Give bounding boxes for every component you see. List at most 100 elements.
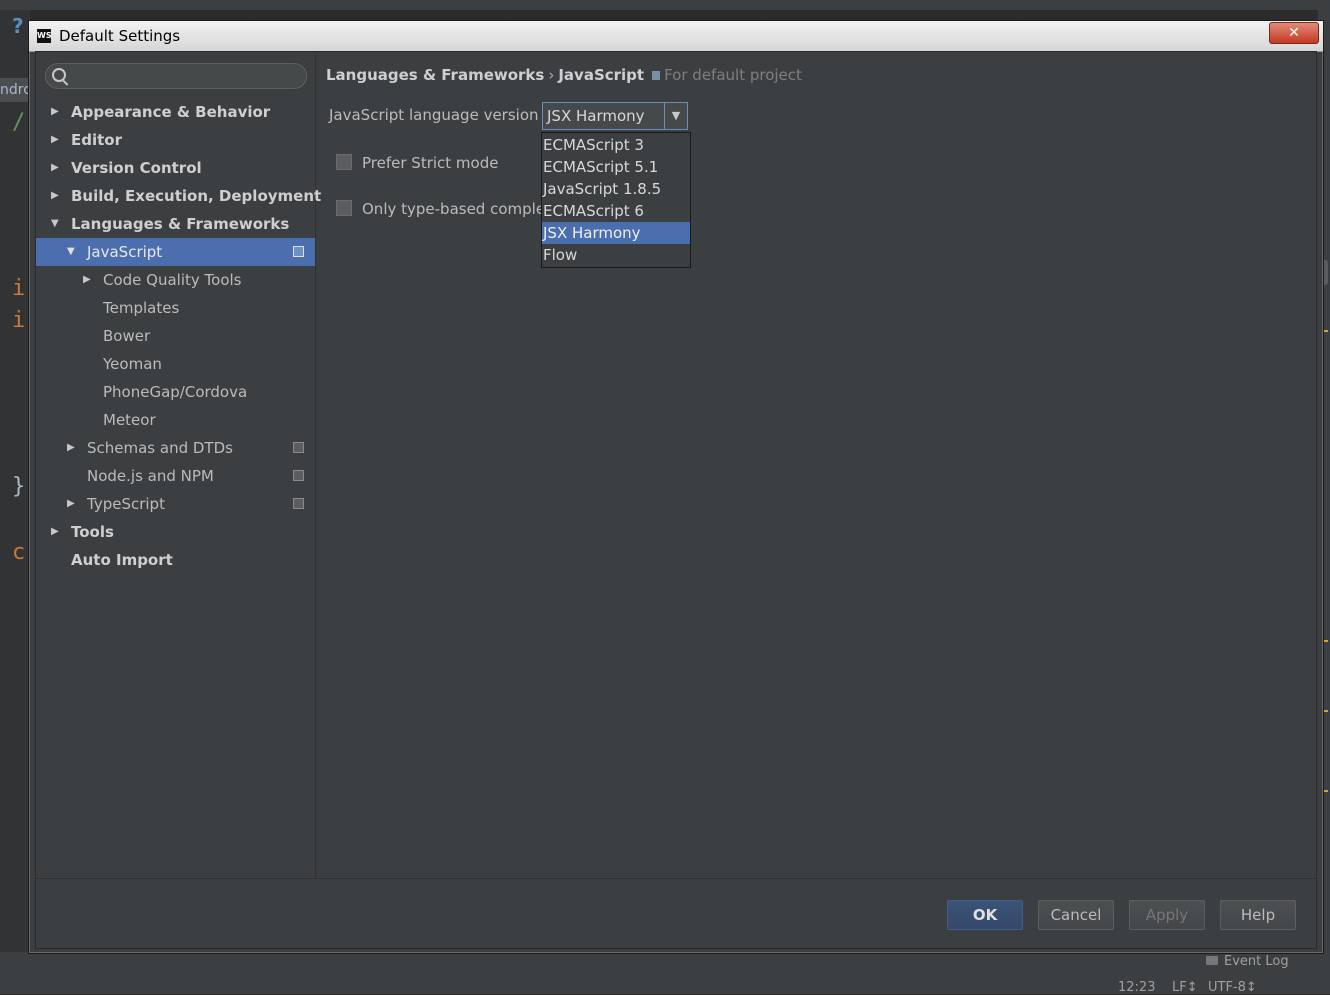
dropdown-arrow-icon[interactable]: ▼: [664, 103, 687, 129]
status-bar: Event Log 12:23 LF↕ UTF-8↕: [0, 952, 1330, 995]
expand-arrow-icon[interactable]: ▶: [51, 518, 63, 546]
tree-item-label: Auto Import: [71, 551, 173, 569]
ide-gutter: [0, 10, 30, 994]
tree-item-label: Schemas and DTDs: [87, 439, 233, 457]
tree-item-typescript[interactable]: ▶ TypeScript: [36, 490, 315, 518]
strict-mode-label: Prefer Strict mode: [362, 154, 499, 172]
strict-mode-option[interactable]: Prefer Strict mode: [336, 154, 498, 172]
tree-item-phonegap[interactable]: PhoneGap/Cordova: [36, 378, 315, 406]
collapse-arrow-icon[interactable]: ▼: [67, 238, 79, 266]
project-scope-icon: [293, 246, 304, 257]
expand-arrow-icon[interactable]: ▶: [83, 266, 95, 294]
tree-item-editor[interactable]: ▶ Editor: [36, 126, 315, 154]
ok-button[interactable]: OK: [947, 900, 1023, 930]
expand-arrow-icon[interactable]: ▶: [67, 434, 79, 462]
tree-item-schemas[interactable]: ▶ Schemas and DTDs: [36, 434, 315, 462]
help-icon[interactable]: ?: [12, 14, 24, 38]
tree-item-label: JavaScript: [87, 243, 163, 261]
expand-arrow-icon[interactable]: ▶: [67, 490, 79, 518]
option-ecmascript-6[interactable]: ECMAScript 6: [542, 200, 690, 222]
tree-item-bower[interactable]: Bower: [36, 322, 315, 350]
collapse-arrow-icon[interactable]: ▼: [51, 210, 63, 238]
tree-item-auto-import[interactable]: Auto Import: [36, 546, 315, 574]
code-fragment: /: [12, 110, 26, 135]
option-flow[interactable]: Flow: [542, 244, 690, 266]
help-button[interactable]: Help: [1220, 900, 1296, 930]
tree-item-label: Tools: [71, 523, 114, 541]
settings-dialog: WS Default Settings ✕ ▶ Appearance & Beh…: [28, 20, 1324, 954]
webstorm-icon: WS: [37, 29, 52, 43]
breadcrumb-parent: Languages & Frameworks: [326, 66, 545, 84]
type-based-completion-label: Only type-based comple: [362, 200, 546, 218]
dialog-body: ▶ Appearance & Behavior ▶ Editor ▶ Versi…: [35, 51, 1317, 949]
expand-arrow-icon[interactable]: ▶: [51, 126, 63, 154]
tree-item-label: Appearance & Behavior: [71, 103, 271, 121]
editor-tab[interactable]: ndro: [0, 78, 28, 102]
button-bar-divider: [36, 878, 1316, 879]
search-icon: [52, 68, 66, 82]
breadcrumb-current: JavaScript: [558, 66, 645, 84]
settings-content: Languages & Frameworks › JavaScript For def…: [316, 52, 1316, 878]
project-scope-icon: [652, 71, 661, 80]
tree-item-javascript[interactable]: ▼ JavaScript: [36, 238, 315, 266]
code-fragment: c: [12, 540, 26, 565]
code-fragment: }: [12, 474, 26, 499]
tree-item-label: PhoneGap/Cordova: [103, 383, 248, 401]
language-version-dropdown: ECMAScript 3 ECMAScript 5.1 JavaScript 1…: [541, 132, 691, 268]
event-log-link[interactable]: Event Log: [1206, 954, 1289, 969]
file-encoding[interactable]: UTF-8↕: [1208, 980, 1257, 995]
tree-item-yeoman[interactable]: Yeoman: [36, 350, 315, 378]
cancel-button[interactable]: Cancel: [1038, 900, 1114, 930]
tree-item-label: Editor: [71, 131, 122, 149]
caret-position[interactable]: 12:23: [1118, 980, 1155, 995]
project-scope-icon: [293, 498, 304, 509]
option-jsx-harmony[interactable]: JSX Harmony: [542, 222, 690, 244]
code-fragment: i: [12, 276, 26, 301]
expand-arrow-icon[interactable]: ▶: [51, 98, 63, 126]
language-version-select[interactable]: JSX Harmony ▼: [542, 102, 688, 130]
type-based-completion-option[interactable]: Only type-based comple: [336, 200, 545, 218]
event-log-label: Event Log: [1224, 954, 1289, 969]
tree-item-code-quality[interactable]: ▶ Code Quality Tools: [36, 266, 315, 294]
tree-item-label: Yeoman: [103, 355, 162, 373]
search-input[interactable]: [45, 63, 307, 89]
ide-toolbar: [0, 0, 1330, 10]
tree-item-label: Version Control: [71, 159, 202, 177]
breadcrumb: Languages & Frameworks › JavaScript For def…: [326, 66, 802, 84]
close-button[interactable]: ✕: [1269, 22, 1319, 44]
tree-item-label: Build, Execution, Deployment: [71, 187, 322, 205]
dialog-title: Default Settings: [59, 27, 181, 45]
tree-item-label: Templates: [103, 299, 180, 317]
expand-arrow-icon[interactable]: ▶: [51, 154, 63, 182]
code-fragment: i: [12, 308, 26, 333]
apply-button[interactable]: Apply: [1129, 900, 1205, 930]
tree-item-label: TypeScript: [87, 495, 165, 513]
tree-item-templates[interactable]: Templates: [36, 294, 315, 322]
tree-item-appearance[interactable]: ▶ Appearance & Behavior: [36, 98, 315, 126]
balloon-icon: [1206, 956, 1218, 965]
language-version-value: JSX Harmony: [547, 107, 645, 125]
language-version-label: JavaScript language version: [329, 106, 539, 124]
strict-mode-checkbox[interactable]: [336, 154, 352, 170]
option-javascript-1-8-5[interactable]: JavaScript 1.8.5: [542, 178, 690, 200]
tree-item-meteor[interactable]: Meteor: [36, 406, 315, 434]
tree-item-label: Node.js and NPM: [87, 467, 214, 485]
tree-item-build[interactable]: ▶ Build, Execution, Deployment: [36, 182, 321, 210]
expand-arrow-icon[interactable]: ▶: [51, 182, 63, 210]
tree-item-languages[interactable]: ▼ Languages & Frameworks: [36, 210, 315, 238]
tree-item-label: Meteor: [103, 411, 156, 429]
breadcrumb-separator: ›: [548, 66, 555, 84]
project-scope-icon: [293, 470, 304, 481]
option-ecmascript-5-1[interactable]: ECMAScript 5.1: [542, 156, 690, 178]
tree-item-label: Code Quality Tools: [103, 271, 242, 289]
scope-label: For default project: [664, 66, 802, 84]
option-ecmascript-3[interactable]: ECMAScript 3: [542, 134, 690, 156]
type-based-completion-checkbox[interactable]: [336, 200, 352, 216]
project-scope-icon: [293, 442, 304, 453]
settings-tree: ▶ Appearance & Behavior ▶ Editor ▶ Versi…: [36, 52, 321, 878]
dialog-titlebar[interactable]: WS Default Settings ✕: [29, 21, 1323, 52]
line-separator[interactable]: LF↕: [1172, 980, 1198, 995]
tree-item-version-control[interactable]: ▶ Version Control: [36, 154, 315, 182]
tree-item-nodejs[interactable]: Node.js and NPM: [36, 462, 315, 490]
tree-item-tools[interactable]: ▶ Tools: [36, 518, 315, 546]
